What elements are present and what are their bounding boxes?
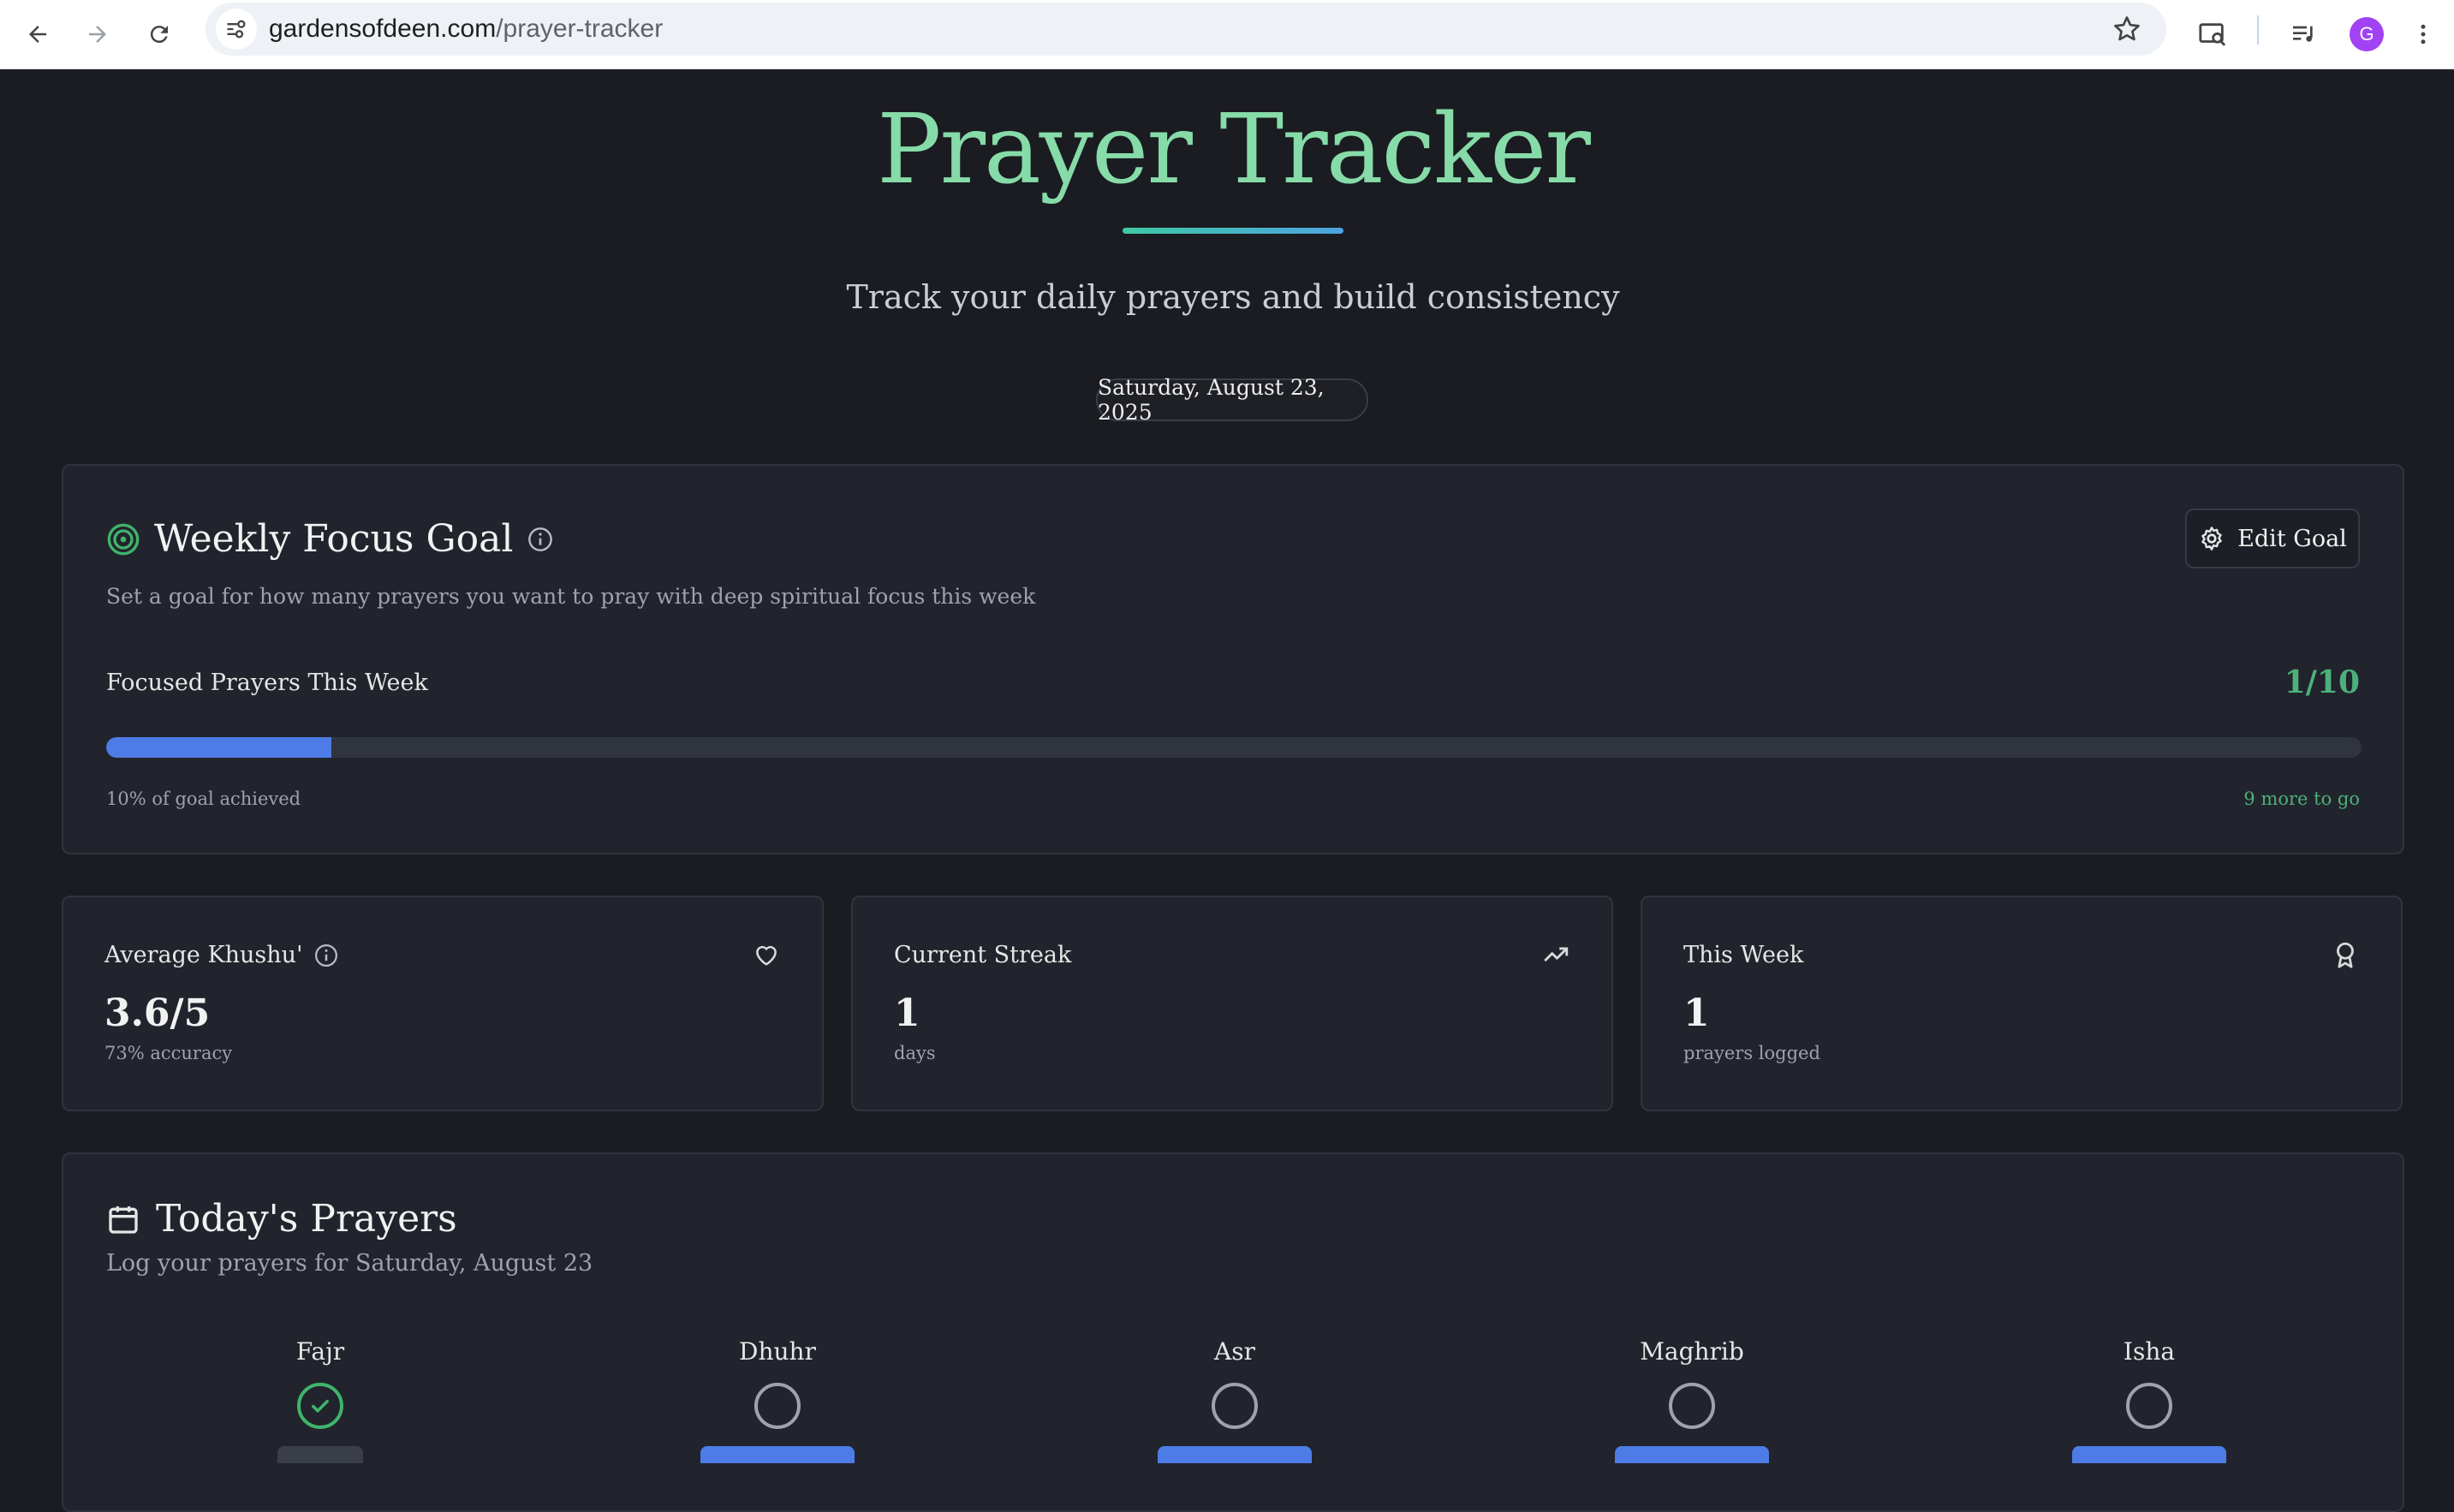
prayer-status-unchecked[interactable] — [2126, 1383, 2172, 1429]
goal-title: Weekly Focus Goal — [154, 517, 514, 561]
browser-toolbar: gardensofdeen.com/prayer-tracker G — [0, 0, 2454, 69]
stat-label-text: Average Khushu' — [104, 942, 303, 968]
stat-value: 3.6/5 — [104, 991, 211, 1035]
reload-icon — [150, 26, 168, 44]
prayer-dhuhr[interactable]: Dhuhr — [649, 1337, 906, 1463]
todays-prayers-title: Today's Prayers — [156, 1197, 457, 1241]
prayer-status-unchecked[interactable] — [1669, 1383, 1715, 1429]
goal-header: Weekly Focus Goal — [106, 517, 554, 561]
url-text: gardensofdeen.com/prayer-tracker — [269, 15, 663, 44]
goal-progress-percent: 10% of goal achieved — [106, 789, 301, 809]
avatar: G — [2350, 17, 2384, 51]
prayer-log-button[interactable] — [1615, 1446, 1769, 1463]
page-subtitle: Track your daily prayers and build consi… — [846, 278, 1620, 316]
stat-value: 1 — [1683, 991, 1710, 1035]
stat-card-khushu: Average Khushu' 3.6/5 73% accuracy — [62, 896, 824, 1111]
stat-card-week: This Week 1 prayers logged — [1641, 896, 2403, 1111]
site-info-icon — [227, 20, 246, 39]
award-icon — [2337, 942, 2354, 968]
url-domain: gardensofdeen.com — [269, 15, 497, 43]
prayer-log-button[interactable] — [700, 1446, 855, 1463]
check-icon — [312, 1400, 329, 1413]
forward-button[interactable] — [75, 12, 120, 57]
prayer-status-unchecked[interactable] — [754, 1383, 801, 1429]
todays-prayers-header: Today's Prayers — [106, 1197, 457, 1241]
address-bar[interactable]: gardensofdeen.com/prayer-tracker — [205, 3, 2166, 56]
prayer-action-button[interactable] — [277, 1446, 363, 1463]
stat-sub: days — [894, 1043, 936, 1063]
toolbar-separator — [2257, 15, 2259, 45]
stat-label-text: This Week — [1683, 942, 1804, 968]
prayer-asr[interactable]: Asr — [1106, 1337, 1363, 1463]
todays-prayers-description: Log your prayers for Saturday, August 23 — [106, 1250, 593, 1277]
media-button[interactable] — [2281, 12, 2326, 57]
prayer-name: Fajr — [295, 1337, 345, 1366]
calendar-icon — [109, 1205, 138, 1234]
focused-prayers-count: 1/10 — [2284, 664, 2360, 700]
kebab-menu-icon — [2421, 24, 2426, 45]
goal-description: Set a goal for how many prayers you want… — [106, 584, 1036, 609]
heart-icon — [756, 945, 777, 966]
edit-goal-label: Edit Goal — [2237, 525, 2347, 552]
info-icon[interactable] — [527, 526, 554, 553]
profile-button[interactable]: G — [2344, 12, 2389, 57]
stat-sub: prayers logged — [1683, 1043, 1820, 1063]
back-button[interactable] — [15, 12, 60, 57]
prayer-fajr[interactable]: Fajr — [192, 1337, 449, 1463]
stat-label-text: Current Streak — [894, 942, 1072, 968]
site-info-button[interactable] — [216, 9, 257, 50]
prayer-log-button[interactable] — [1158, 1446, 1312, 1463]
goal-remaining: 9 more to go — [2243, 789, 2360, 809]
back-arrow-icon — [29, 26, 46, 43]
gear-icon — [2201, 527, 2222, 551]
prayer-name: Asr — [1214, 1337, 1255, 1366]
trending-up-icon — [1544, 947, 1569, 962]
weekly-goal-card: Weekly Focus Goal Set a goal for how man… — [62, 464, 2404, 854]
prayer-status-unchecked[interactable] — [1212, 1383, 1258, 1429]
title-underline — [1123, 228, 1343, 234]
search-tab-button[interactable] — [2190, 12, 2235, 57]
target-icon — [107, 523, 140, 555]
page-title: Prayer Tracker — [877, 94, 1591, 205]
todays-prayers-card: Today's Prayers Log your prayers for Sat… — [62, 1152, 2404, 1512]
stat-card-streak: Current Streak 1 days — [851, 896, 1613, 1111]
forward-arrow-icon — [89, 26, 106, 43]
prayer-status-checked[interactable] — [297, 1383, 343, 1429]
edit-goal-button[interactable]: Edit Goal — [2185, 509, 2360, 568]
stat-label: Current Streak — [894, 942, 1071, 968]
url-path: /prayer-tracker — [496, 15, 664, 43]
prayer-name: Dhuhr — [739, 1337, 816, 1366]
info-icon[interactable] — [313, 943, 339, 968]
focused-prayers-label: Focused Prayers This Week — [106, 670, 428, 696]
stat-sub: 73% accuracy — [104, 1043, 233, 1063]
stat-value: 1 — [894, 991, 920, 1035]
prayer-name: Isha — [2123, 1337, 2176, 1366]
prayer-log-button[interactable] — [2072, 1446, 2226, 1463]
goal-progress-bar — [106, 737, 2362, 758]
search-tab-icon — [2199, 23, 2226, 46]
menu-button[interactable] — [2406, 12, 2440, 57]
stat-label: This Week — [1683, 942, 1803, 968]
stat-label: Average Khushu' — [104, 942, 339, 968]
prayer-name: Maghrib — [1640, 1337, 1744, 1366]
reload-button[interactable] — [137, 12, 182, 57]
star-icon[interactable] — [2112, 14, 2142, 45]
date-badge: Saturday, August 23, 2025 — [1096, 375, 1368, 425]
goal-progress-fill — [106, 737, 332, 758]
prayer-isha[interactable]: Isha — [2021, 1337, 2278, 1463]
prayer-maghrib[interactable]: Maghrib — [1564, 1337, 1820, 1463]
media-queue-icon — [2293, 26, 2313, 42]
